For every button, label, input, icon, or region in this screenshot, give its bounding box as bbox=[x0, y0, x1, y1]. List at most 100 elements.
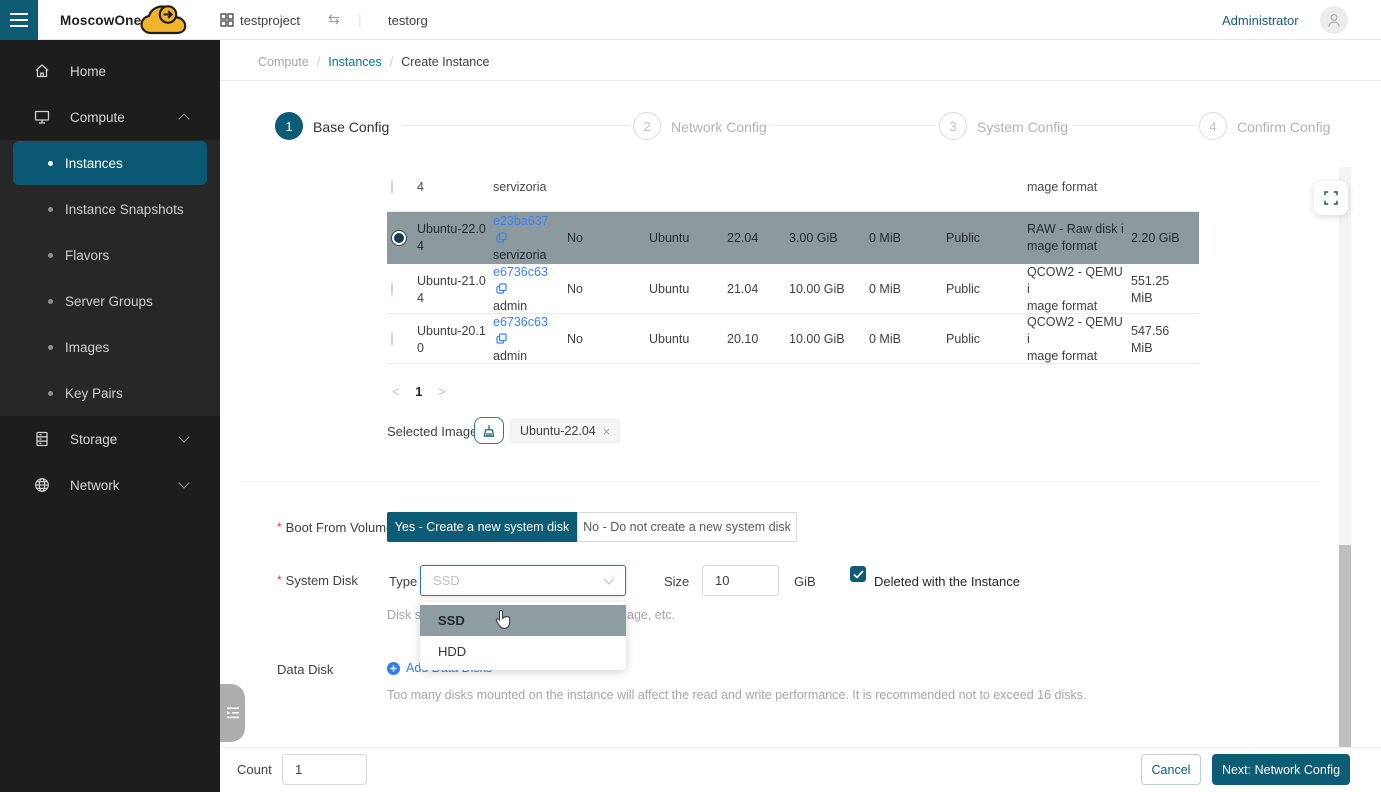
table-row[interactable]: 4 servizoria mage format bbox=[387, 167, 1199, 212]
image-id-link[interactable]: e23ba637 bbox=[493, 214, 549, 228]
copy-icon[interactable] bbox=[496, 333, 507, 344]
image-owner: admin bbox=[493, 348, 561, 365]
page-number[interactable]: 1 bbox=[415, 384, 422, 399]
table-row[interactable]: Ubuntu-21.04 e6736c63 admin No Ubuntu 21… bbox=[387, 264, 1199, 314]
sidebar-item-network[interactable]: Network bbox=[0, 462, 220, 508]
sidebar-item-label: Instances bbox=[65, 156, 123, 171]
radio[interactable] bbox=[391, 331, 393, 347]
switch-project-icon[interactable]: ⇆ bbox=[328, 11, 340, 28]
sidebar-item-instances[interactable]: Instances bbox=[0, 140, 220, 186]
fullscreen-toggle-button[interactable] bbox=[1314, 181, 1348, 215]
sidebar-item-key-pairs[interactable]: Key Pairs bbox=[0, 370, 220, 416]
image-version: 22.04 bbox=[727, 230, 789, 247]
step-connector bbox=[772, 125, 936, 126]
disk-type-select[interactable]: SSD bbox=[420, 565, 626, 596]
image-owner: admin bbox=[493, 298, 561, 315]
hamburger-menu-icon[interactable] bbox=[0, 0, 38, 40]
image-size: 551.25 MiB bbox=[1131, 273, 1199, 307]
table-row[interactable]: Ubuntu-20.10 e6736c63 admin No Ubuntu 20… bbox=[387, 314, 1199, 364]
select-placeholder: SSD bbox=[433, 573, 605, 588]
selected-image-tag: Ubuntu-22.04 × bbox=[510, 419, 620, 443]
apps-grid-icon[interactable] bbox=[220, 13, 234, 32]
org-name: testorg bbox=[388, 13, 428, 28]
sidebar-item-flavors[interactable]: Flavors bbox=[0, 232, 220, 278]
table-row[interactable]: Ubuntu-22.04 e23ba637 servizoria No Ubun… bbox=[387, 212, 1199, 264]
user-role-label[interactable]: Administrator bbox=[1222, 13, 1299, 28]
radio-selected[interactable] bbox=[391, 230, 407, 246]
image-format: RAW - Raw disk i bbox=[1027, 221, 1125, 238]
image-format-tail: mage format bbox=[1027, 167, 1131, 196]
image-min-disk: 10.00 GiB bbox=[789, 281, 869, 298]
sidebar-item-label: Key Pairs bbox=[65, 386, 123, 401]
topbar-divider: | bbox=[358, 11, 362, 27]
copy-icon[interactable] bbox=[496, 232, 507, 243]
prev-page-icon[interactable]: < bbox=[392, 384, 400, 399]
bullet-icon bbox=[48, 253, 53, 258]
disk-size-input[interactable] bbox=[702, 565, 779, 596]
project-name[interactable]: testproject bbox=[240, 13, 300, 28]
sidebar-item-storage[interactable]: Storage bbox=[0, 416, 220, 462]
radio[interactable] bbox=[391, 179, 393, 195]
bullet-icon bbox=[48, 299, 53, 304]
next-page-icon[interactable]: > bbox=[438, 384, 446, 399]
image-name: Ubuntu-21.0 bbox=[417, 273, 487, 290]
image-visibility: Public bbox=[946, 331, 1027, 348]
avatar[interactable] bbox=[1320, 6, 1348, 34]
system-disk-label: System Disk bbox=[277, 573, 358, 588]
scrollbar-thumb[interactable] bbox=[1339, 545, 1351, 747]
bullet-icon bbox=[48, 207, 53, 212]
image-protected: No bbox=[567, 230, 649, 247]
cancel-button[interactable]: Cancel bbox=[1141, 754, 1201, 785]
delete-with-instance-checkbox[interactable] bbox=[850, 566, 866, 582]
tag-label: Ubuntu-22.04 bbox=[520, 424, 596, 438]
data-disk-hint: Too many disks mounted on the instance w… bbox=[387, 688, 1086, 702]
chevron-down-icon bbox=[603, 573, 614, 584]
sidebar-item-home[interactable]: Home bbox=[0, 48, 220, 94]
bullet-icon bbox=[48, 391, 53, 396]
step-2-circle: 2 bbox=[633, 112, 661, 140]
step-3-circle: 3 bbox=[939, 112, 967, 140]
image-id-link[interactable]: e6736c63 bbox=[493, 265, 548, 279]
clear-selection-button[interactable] bbox=[474, 417, 504, 444]
broom-icon bbox=[482, 424, 496, 438]
image-name: Ubuntu-20.1 bbox=[417, 323, 487, 340]
image-visibility: Public bbox=[946, 230, 1027, 247]
next-network-config-button[interactable]: Next: Network Config bbox=[1212, 754, 1350, 785]
sidebar: Home Compute Instances Instance Snapshot… bbox=[0, 40, 220, 792]
cloud-logo bbox=[138, 2, 196, 44]
option-ssd[interactable]: SSD bbox=[420, 605, 626, 636]
home-icon bbox=[34, 63, 50, 79]
option-hdd[interactable]: HDD bbox=[420, 636, 626, 667]
image-owner: servizoria bbox=[493, 167, 567, 196]
image-min-ram: 0 MiB bbox=[869, 230, 946, 247]
image-id-link[interactable]: e6736c63 bbox=[493, 315, 548, 329]
step-4-label: Confirm Config bbox=[1237, 119, 1330, 135]
boot-volume-no-button[interactable]: No - Do not create a new system disk bbox=[577, 512, 797, 542]
sidebar-item-compute[interactable]: Compute bbox=[0, 94, 220, 140]
image-os: Ubuntu bbox=[649, 230, 727, 247]
sidebar-item-server-groups[interactable]: Server Groups bbox=[0, 278, 220, 324]
image-size: 547.56 MiB bbox=[1131, 323, 1199, 357]
page-title: Create Instance bbox=[401, 55, 489, 69]
boot-volume-yes-button[interactable]: Yes - Create a new system disk bbox=[387, 512, 577, 542]
image-min-ram: 0 MiB bbox=[869, 331, 946, 348]
type-label: Type bbox=[389, 574, 417, 589]
breadcrumb-instances-link[interactable]: Instances bbox=[328, 55, 382, 69]
sidebar-item-instance-snapshots[interactable]: Instance Snapshots bbox=[0, 186, 220, 232]
close-icon[interactable]: × bbox=[603, 424, 611, 439]
count-input[interactable] bbox=[282, 754, 367, 785]
step-4-circle: 4 bbox=[1199, 112, 1227, 140]
sidebar-item-label: Instance Snapshots bbox=[65, 202, 184, 217]
drawer-handle[interactable] bbox=[220, 684, 245, 742]
radio[interactable] bbox=[391, 281, 393, 297]
sidebar-item-label: Images bbox=[65, 340, 109, 355]
pagination: < 1 > bbox=[392, 384, 446, 399]
disk-size-hint-right: age, etc. bbox=[627, 608, 675, 622]
copy-icon[interactable] bbox=[496, 283, 507, 294]
sidebar-item-images[interactable]: Images bbox=[0, 324, 220, 370]
step-connector bbox=[402, 125, 630, 126]
breadcrumb: Compute/Instances/Create Instance bbox=[258, 55, 489, 69]
check-icon bbox=[853, 570, 864, 579]
image-os: Ubuntu bbox=[649, 331, 727, 348]
size-label: Size bbox=[664, 574, 689, 589]
